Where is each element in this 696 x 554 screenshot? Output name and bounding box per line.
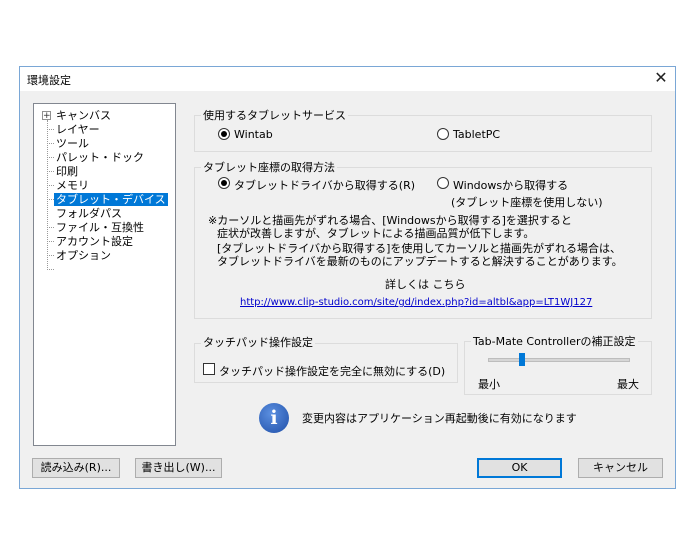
touchpad-disable-checkbox[interactable]: [203, 363, 215, 375]
tree-item-palette[interactable]: パレット・ドック: [56, 151, 144, 164]
tree-line: [47, 227, 54, 228]
radio-windows[interactable]: [437, 177, 449, 189]
tree-line: [47, 157, 54, 158]
radio-wintab[interactable]: [218, 128, 230, 140]
radio-tablet-driver-label[interactable]: タブレットドライバから取得する(R): [234, 177, 415, 193]
tree-line: [47, 185, 54, 186]
tree-item-layer[interactable]: レイヤー: [56, 123, 100, 136]
tree-item-account[interactable]: アカウント設定: [56, 235, 133, 248]
tree-item-folder-path[interactable]: フォルダパス: [56, 207, 122, 220]
close-icon[interactable]: ✕: [652, 69, 670, 87]
cancel-button[interactable]: キャンセル: [578, 458, 663, 478]
title-bar: 環境設定 ✕: [20, 67, 675, 91]
touchpad-label: タッチパッド操作設定: [201, 334, 315, 350]
tree-line: [47, 129, 54, 130]
radio-tablet-driver[interactable]: [218, 177, 230, 189]
radio-wintab-label[interactable]: Wintab: [234, 128, 273, 141]
tabmate-min-label: 最小: [478, 378, 500, 391]
category-tree[interactable]: + キャンバス レイヤー ツール パレット・ドック 印刷 メモリ タブレット・デ…: [33, 103, 176, 446]
window-title: 環境設定: [27, 74, 71, 87]
ok-button[interactable]: OK: [477, 458, 562, 478]
tree-line: [47, 241, 54, 242]
tabmate-max-label: 最大: [617, 378, 639, 391]
expand-icon[interactable]: +: [42, 111, 51, 121]
tree-item-tablet-device[interactable]: タブレット・デバイス: [54, 193, 168, 206]
tree-line: [47, 171, 54, 172]
radio-tabletpc[interactable]: [437, 128, 449, 140]
tree-line: [47, 199, 54, 200]
note-line: 症状が改善しますが、タブレットによる描画品質が低下します。: [217, 227, 535, 240]
tablet-service-label: 使用するタブレットサービス: [201, 107, 348, 123]
info-icon: i: [259, 403, 289, 433]
tree-line: [47, 143, 54, 144]
tree-item-memory[interactable]: メモリ: [56, 179, 89, 192]
support-url-link[interactable]: http://www.clip-studio.com/site/gd/index…: [240, 297, 592, 308]
touchpad-disable-label[interactable]: タッチパッド操作設定を完全に無効にする(D): [219, 363, 445, 379]
coordinate-label: タブレット座標の取得方法: [201, 159, 337, 175]
tree-item-tool[interactable]: ツール: [56, 137, 89, 150]
import-button[interactable]: 読み込み(R)...: [32, 458, 120, 478]
tabmate-label: Tab-Mate Controllerの補正設定: [471, 333, 638, 349]
details-text[interactable]: 詳しくは こちら: [385, 276, 466, 292]
tree-item-canvas[interactable]: キャンバス: [56, 109, 111, 122]
radio-tabletpc-label[interactable]: TabletPC: [453, 128, 500, 141]
tree-item-print[interactable]: 印刷: [56, 165, 78, 178]
tree-item-option[interactable]: オプション: [56, 249, 111, 262]
tree-item-file[interactable]: ファイル・互換性: [56, 221, 144, 234]
preferences-dialog: 環境設定 ✕ + キャンバス レイヤー ツール パレット・ドック 印刷 メモリ …: [19, 66, 676, 489]
windows-option-note: (タブレット座標を使用しない): [451, 196, 603, 209]
tree-line: [47, 255, 54, 256]
radio-windows-label[interactable]: Windowsから取得する: [453, 177, 568, 193]
tabmate-slider-thumb[interactable]: [518, 353, 525, 366]
note-line: タブレットドライバを最新のものにアップデートすると解決することがあります。: [217, 255, 623, 268]
restart-info-message: 変更内容はアプリケーション再起動後に有効になります: [302, 412, 577, 425]
tree-line: [47, 269, 54, 270]
export-button[interactable]: 書き出し(W)...: [135, 458, 222, 478]
tabmate-slider-track[interactable]: [488, 358, 630, 362]
